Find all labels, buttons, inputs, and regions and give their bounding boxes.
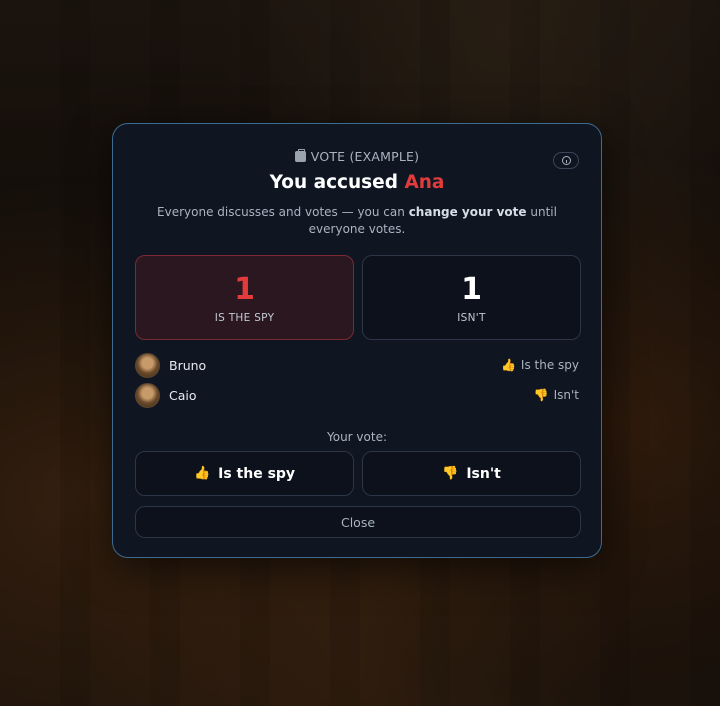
thumbs-up-icon: 👍: [193, 466, 211, 481]
modal-description: Everyone discusses and votes — you can c…: [137, 204, 577, 238]
desc-bold: change your vote: [408, 205, 527, 219]
voter-row: Bruno 👍 Is the spy: [135, 353, 579, 379]
avatar: [135, 353, 160, 378]
voter-vote-label: Is the spy: [520, 358, 579, 372]
voter-name: Caio: [169, 388, 197, 403]
desc-before: Everyone discusses and votes — you can: [157, 205, 405, 219]
voter-vote-label: Isn't: [553, 388, 579, 402]
vote-yes-label: Is the spy: [218, 465, 296, 482]
accused-name: Ana: [404, 172, 445, 193]
voter-name: Bruno: [169, 358, 207, 373]
vote-no-label: Isn't: [466, 465, 501, 482]
briefcase-icon: [294, 149, 306, 162]
info-button[interactable]: [553, 152, 579, 169]
modal-kicker: VOTE (EXAMPLE): [113, 149, 601, 164]
title-prefix: You accused: [269, 172, 398, 193]
tally-isnt: 1 ISN'T: [362, 255, 581, 340]
thumbs-down-icon: 👎: [533, 388, 549, 402]
tally-not-label: ISN'T: [457, 312, 486, 324]
your-vote-label: Your vote:: [326, 430, 387, 444]
voter-vote: 👎 Isn't: [534, 388, 579, 402]
vote-is-spy-button[interactable]: 👍 Is the spy: [135, 451, 354, 496]
vote-isnt-button[interactable]: 👎 Isn't: [362, 451, 581, 496]
tally-spy-label: IS THE SPY: [214, 312, 275, 324]
tally-is-spy: 1 IS THE SPY: [135, 255, 354, 340]
thumbs-up-icon: 👍: [500, 358, 516, 372]
modal-title: You accused Ana: [113, 172, 601, 193]
avatar: [135, 383, 160, 408]
info-icon: [561, 156, 571, 165]
voter-vote: 👍 Is the spy: [501, 358, 579, 372]
tally-not-count: 1: [461, 272, 482, 307]
close-button[interactable]: Close: [135, 506, 581, 538]
tally-spy-count: 1: [234, 272, 255, 307]
kicker-text: VOTE (EXAMPLE): [310, 149, 420, 164]
thumbs-down-icon: 👎: [442, 466, 459, 481]
vote-modal: VOTE (EXAMPLE) You accused Ana Everyone …: [112, 123, 602, 558]
voter-row: Caio 👎 Isn't: [135, 383, 579, 409]
